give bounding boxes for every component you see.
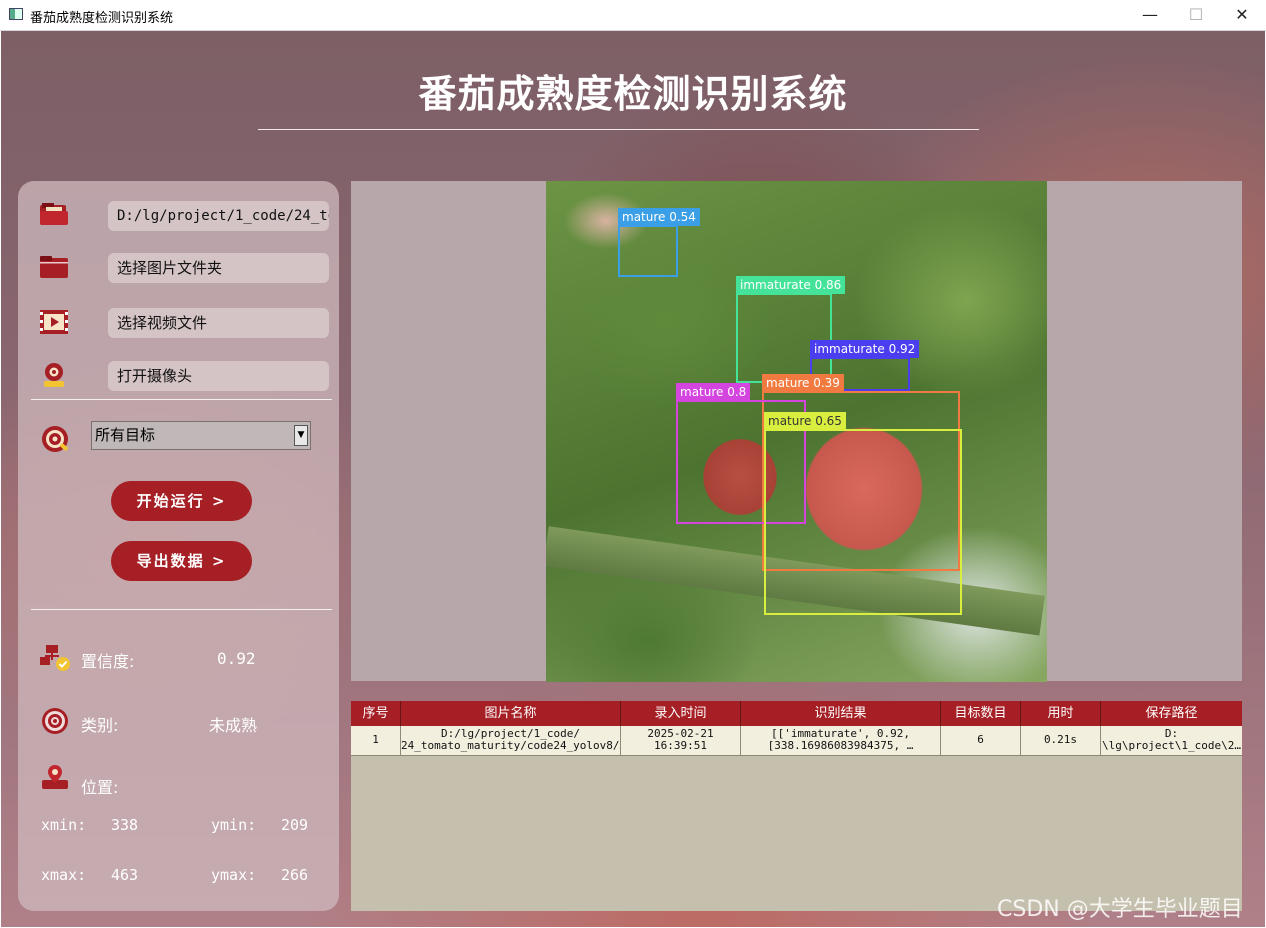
- confidence-icon: [40, 645, 70, 671]
- detection-label: mature 0.65: [764, 412, 846, 430]
- open-camera-button[interactable]: 打开摄像头: [108, 361, 329, 391]
- ymax-label: ymax:: [211, 866, 257, 884]
- image-display-panel: mature 0.54 immaturate 0.86 immaturate 0…: [351, 181, 1242, 682]
- cell-count[interactable]: 6: [941, 726, 1021, 755]
- column-header[interactable]: 录入时间: [621, 701, 741, 726]
- confidence-value: 0.92: [217, 649, 256, 668]
- title-divider: [258, 129, 979, 130]
- chevron-down-icon[interactable]: ▼: [294, 425, 308, 446]
- xmax-label: xmax:: [41, 866, 87, 884]
- detection-image: mature 0.54 immaturate 0.86 immaturate 0…: [546, 181, 1047, 682]
- camera-icon[interactable]: [38, 361, 70, 389]
- category-target-icon: [42, 708, 68, 734]
- table-row[interactable]: 1 D:/lg/project/1_code/ 24_tomato_maturi…: [351, 726, 1242, 756]
- detection-label: immaturate 0.92: [810, 340, 920, 358]
- position-label: 位置:: [81, 778, 119, 797]
- column-header[interactable]: 图片名称: [401, 701, 621, 726]
- select-folder-button[interactable]: 选择图片文件夹: [108, 253, 329, 283]
- cell-line: 24_tomato_maturity/code24_yolov8/…: [401, 739, 621, 752]
- detection-label: immaturate 0.86: [736, 276, 846, 294]
- close-button[interactable]: ✕: [1219, 0, 1265, 30]
- cell-time[interactable]: 2025-02-21 16:39:51: [621, 726, 741, 755]
- cell-save-path[interactable]: D: \lg\project\1_code\2…: [1101, 726, 1242, 755]
- window-titlebar: 番茄成熟度检测识别系统 — ☐ ✕: [0, 0, 1266, 31]
- folder-icon[interactable]: [38, 253, 70, 281]
- detection-box: mature 0.65: [764, 412, 962, 615]
- ymax-value: 266: [281, 866, 309, 884]
- xmin-value: 338: [111, 816, 139, 834]
- sidebar-divider: [31, 399, 332, 400]
- detection-label: mature 0.39: [762, 374, 844, 392]
- cell-duration[interactable]: 0.21s: [1021, 726, 1101, 755]
- file-path-field[interactable]: D:/lg/project/1_code/24_tomato_maturity: [108, 201, 329, 231]
- detection-label: mature 0.8: [676, 383, 751, 401]
- select-video-button[interactable]: 选择视频文件: [108, 308, 329, 338]
- column-header[interactable]: 用时: [1021, 701, 1101, 726]
- confidence-label: 置信度:: [81, 652, 135, 671]
- detection-box: mature 0.54: [618, 208, 700, 277]
- watermark: CSDN @大学生毕业题目: [997, 897, 1243, 922]
- cell-line: 16:39:51: [654, 739, 707, 752]
- ymin-label: ymin:: [211, 816, 257, 834]
- minimize-button[interactable]: —: [1127, 0, 1173, 30]
- cell-image-name[interactable]: D:/lg/project/1_code/ 24_tomato_maturity…: [401, 726, 621, 755]
- app-icon: [9, 8, 23, 20]
- control-panel: D:/lg/project/1_code/24_tomato_maturity …: [18, 181, 339, 911]
- cell-line: [338.16986083984375, …: [767, 739, 914, 752]
- cell-index[interactable]: 1: [351, 726, 401, 755]
- detection-label: mature 0.54: [618, 208, 700, 226]
- folder-open-icon[interactable]: [38, 201, 70, 229]
- class-value: 未成熟: [209, 716, 258, 735]
- ymin-value: 209: [281, 816, 309, 834]
- target-dropdown[interactable]: 所有目标 ▼: [91, 421, 311, 450]
- cell-result[interactable]: [['immaturate', 0.92, [338.1698608398437…: [741, 726, 941, 755]
- sidebar-divider-2: [31, 609, 332, 610]
- table-header: 序号 图片名称 录入时间 识别结果 目标数目 用时 保存路径: [351, 701, 1242, 726]
- column-header[interactable]: 识别结果: [741, 701, 941, 726]
- app-window: 番茄成熟度检测识别系统 D:/lg/project/1_code/24_toma…: [1, 31, 1265, 927]
- column-header[interactable]: 保存路径: [1101, 701, 1242, 726]
- class-label: 类别:: [81, 716, 119, 735]
- location-pin-icon: [42, 765, 68, 789]
- video-file-icon[interactable]: [38, 308, 70, 336]
- export-button[interactable]: 导出数据 >: [111, 541, 252, 581]
- results-table[interactable]: 序号 图片名称 录入时间 识别结果 目标数目 用时 保存路径 1 D:/lg/p…: [351, 701, 1242, 911]
- xmin-label: xmin:: [41, 816, 87, 834]
- window-title: 番茄成熟度检测识别系统: [30, 11, 174, 26]
- maximize-button[interactable]: ☐: [1173, 0, 1219, 30]
- run-button[interactable]: 开始运行 >: [111, 481, 252, 521]
- target-dropdown-value: 所有目标: [95, 426, 156, 444]
- column-header[interactable]: 目标数目: [941, 701, 1021, 726]
- column-header[interactable]: 序号: [351, 701, 401, 726]
- cell-line: \lg\project\1_code\2…: [1101, 739, 1242, 752]
- target-icon: [42, 426, 69, 452]
- page-title: 番茄成熟度检测识别系统: [418, 72, 848, 116]
- xmax-value: 463: [111, 866, 139, 884]
